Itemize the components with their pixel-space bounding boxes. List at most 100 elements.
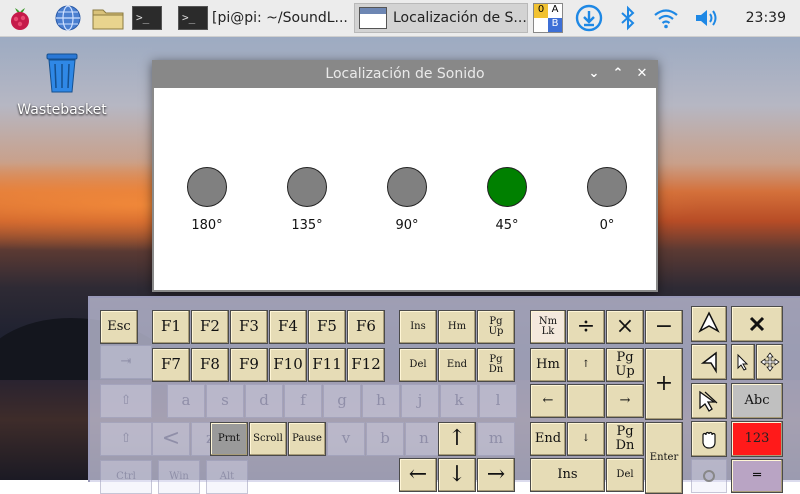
direction-indicator: 90° — [377, 167, 437, 233]
key-arrow-up[interactable]: ↑ — [438, 422, 476, 456]
key-pointer-move[interactable] — [691, 306, 727, 342]
close-button[interactable]: ✕ — [632, 64, 652, 84]
key-page-up[interactable]: Pg Up — [477, 310, 515, 344]
direction-indicator: 45° — [477, 167, 537, 233]
key-f10[interactable]: F10 — [269, 348, 307, 382]
key-a[interactable]: a — [167, 384, 205, 418]
taskbar-app-title: Localización de S... — [393, 10, 527, 26]
key-cursor[interactable] — [731, 344, 755, 380]
key-l[interactable]: l — [479, 384, 517, 418]
file-manager-folder-icon[interactable] — [92, 4, 124, 32]
key-f1[interactable]: F1 — [152, 310, 190, 344]
key-numpad-divide[interactable]: ÷ — [567, 310, 605, 344]
key-less-than[interactable]: < — [152, 422, 190, 456]
key-move[interactable] — [756, 344, 783, 380]
key-arrow-down[interactable]: ↓ — [438, 458, 476, 492]
key-f8[interactable]: F8 — [191, 348, 229, 382]
key-abc-layout[interactable]: Abc — [731, 383, 783, 419]
key-numpad-enter[interactable]: Enter — [645, 422, 683, 494]
key-tab[interactable]: ⇥ — [100, 345, 152, 379]
wastebasket-desktop-item[interactable]: Wastebasket — [14, 50, 110, 118]
key-numpad-right[interactable]: → — [606, 384, 644, 418]
key-arrow-right[interactable]: → — [477, 458, 515, 492]
key-numpad-page-down[interactable]: Pg Dn — [606, 422, 644, 456]
key-page-down[interactable]: Pg Dn — [477, 348, 515, 382]
key-v[interactable]: v — [327, 422, 365, 456]
key-d[interactable]: d — [245, 384, 283, 418]
key-f3[interactable]: F3 — [230, 310, 268, 344]
key-num-lock[interactable]: Nm Lk — [530, 310, 566, 344]
key-ins[interactable]: Ins — [399, 310, 437, 344]
key-close-keyboard[interactable] — [731, 306, 783, 342]
window-titlebar[interactable]: Localización de Sonido ⌄ ⌃ ✕ — [152, 60, 658, 88]
key-numeric-layout[interactable]: 123 — [731, 421, 783, 457]
key-f9[interactable]: F9 — [230, 348, 268, 382]
key-pause[interactable]: Pause — [288, 422, 326, 456]
key-alt[interactable]: Alt — [206, 460, 248, 494]
key-left-shift[interactable]: ⇧ — [100, 422, 152, 456]
key-numpad-del[interactable]: Del — [606, 458, 644, 492]
terminal-launcher[interactable]: >_ — [128, 3, 168, 33]
keyboard-indicator[interactable]: 0 A B — [533, 3, 563, 33]
key-m[interactable]: m — [477, 422, 515, 456]
key-win[interactable]: Win — [158, 460, 200, 494]
key-equals-layout[interactable]: ═ — [731, 459, 783, 493]
key-pointer-click[interactable] — [691, 344, 727, 380]
key-arrow-left[interactable]: ← — [399, 458, 437, 492]
minimize-button[interactable]: ⌄ — [584, 64, 604, 84]
key-numpad-page-up[interactable]: Pg Up — [606, 348, 644, 382]
key-f12[interactable]: F12 — [347, 348, 385, 382]
key-f6[interactable]: F6 — [347, 310, 385, 344]
key-b[interactable]: b — [366, 422, 404, 456]
download-icon[interactable] — [575, 4, 603, 32]
wifi-icon[interactable] — [652, 4, 680, 32]
raspberry-menu-icon[interactable] — [6, 4, 34, 32]
key-g[interactable]: g — [323, 384, 361, 418]
indicator-cell: B — [548, 18, 562, 32]
key-f11[interactable]: F11 — [308, 348, 346, 382]
volume-icon[interactable] — [692, 4, 720, 32]
key-print-screen[interactable]: Prnt — [210, 422, 248, 456]
key-del[interactable]: Del — [399, 348, 437, 382]
key-pointer-drag[interactable] — [691, 383, 727, 419]
indicator-cell: 0 — [534, 4, 548, 18]
key-numpad-multiply[interactable]: × — [606, 310, 644, 344]
key-numpad-up[interactable]: ↑ — [567, 348, 605, 382]
key-f2[interactable]: F2 — [191, 310, 229, 344]
key-numpad-plus[interactable]: + — [645, 348, 683, 420]
key-k[interactable]: k — [440, 384, 478, 418]
key-end[interactable]: End — [438, 348, 476, 382]
direction-light — [387, 167, 427, 207]
taskbar-app-window[interactable]: Localización de S... — [354, 3, 528, 33]
key-ctrl[interactable]: Ctrl — [100, 460, 152, 494]
direction-indicator: 0° — [577, 167, 637, 233]
key-esc[interactable]: Esc — [100, 310, 138, 344]
clock[interactable]: 23:39 — [746, 0, 786, 36]
key-numpad-home[interactable]: Hm — [530, 348, 566, 382]
key-numpad-minus[interactable]: − — [645, 310, 683, 344]
key-numpad-down[interactable]: ↓ — [567, 422, 605, 456]
taskbar-terminal-title: [pi@pi: ~/SoundL... — [212, 10, 348, 26]
key-f[interactable]: f — [284, 384, 322, 418]
maximize-button[interactable]: ⌃ — [608, 64, 628, 84]
key-numpad-left[interactable]: ← — [530, 384, 566, 418]
key-scroll-lock[interactable]: Scroll — [249, 422, 287, 456]
key-j[interactable]: j — [401, 384, 439, 418]
key-f5[interactable]: F5 — [308, 310, 346, 344]
key-numpad-ins[interactable]: Ins — [530, 458, 605, 492]
key-numpad-end[interactable]: End — [530, 422, 566, 456]
key-grab[interactable] — [691, 421, 727, 457]
key-f7[interactable]: F7 — [152, 348, 190, 382]
taskbar-terminal-window[interactable]: >_ [pi@pi: ~/SoundL... — [174, 3, 350, 33]
key-caps-lock[interactable]: ⇧ — [100, 384, 152, 418]
key-numpad-5[interactable] — [567, 384, 605, 418]
key-settings[interactable] — [691, 459, 727, 493]
direction-label: 90° — [395, 218, 419, 233]
key-f4[interactable]: F4 — [269, 310, 307, 344]
bluetooth-icon[interactable] — [614, 4, 642, 32]
web-browser-globe-icon[interactable] — [54, 4, 82, 32]
key-h[interactable]: h — [362, 384, 400, 418]
direction-light — [287, 167, 327, 207]
key-home[interactable]: Hm — [438, 310, 476, 344]
key-s[interactable]: s — [206, 384, 244, 418]
